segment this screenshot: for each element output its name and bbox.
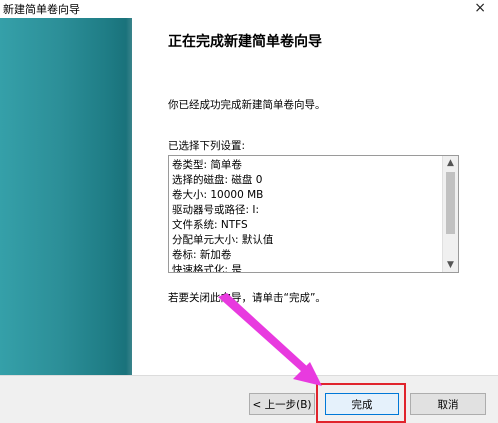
settings-line-disk: 选择的磁盘: 磁盘 0 (172, 174, 263, 186)
settings-line-file-system: 文件系统: NTFS (172, 219, 248, 231)
settings-line-volume-type: 卷类型: 简单卷 (172, 159, 242, 171)
finish-button[interactable]: 完成 (325, 393, 399, 415)
chevron-up-icon[interactable]: ▲ (443, 156, 458, 170)
close-icon[interactable]: × (474, 0, 486, 16)
settings-line-quick-format: 快速格式化: 是 (172, 264, 242, 273)
scrollbar-thumb[interactable] (446, 172, 455, 234)
wizard-content: 正在完成新建简单卷向导 你已经成功完成新建简单卷向导。 已选择下列设置: 卷类型… (132, 18, 498, 375)
wizard-footer: < 上一步(B) 完成 取消 (0, 375, 498, 423)
wizard-side-banner (0, 18, 132, 375)
settings-summary-box[interactable]: 卷类型: 简单卷 选择的磁盘: 磁盘 0 卷大小: 10000 MB 驱动器号或… (168, 155, 459, 273)
settings-line-volume-size: 卷大小: 10000 MB (172, 189, 264, 201)
settings-line-volume-label: 卷标: 新加卷 (172, 249, 232, 261)
cancel-button[interactable]: 取消 (410, 393, 486, 415)
back-button[interactable]: < 上一步(B) (249, 393, 315, 415)
finish-instruction: 若要关闭此向导，请单击“完成”。 (168, 292, 326, 304)
window-title: 新建简单卷向导 (3, 3, 80, 16)
chevron-down-icon[interactable]: ▼ (443, 258, 458, 272)
success-message: 你已经成功完成新建简单卷向导。 (168, 99, 326, 111)
settings-lines: 卷类型: 简单卷 选择的磁盘: 磁盘 0 卷大小: 10000 MB 驱动器号或… (172, 158, 442, 273)
page-title: 正在完成新建简单卷向导 (168, 34, 322, 50)
settings-scrollbar[interactable]: ▲ ▼ (442, 156, 458, 272)
settings-line-drive-letter: 驱动器号或路径: I: (172, 204, 260, 216)
title-bar: 新建简单卷向导 × (0, 0, 498, 18)
settings-line-allocation-unit: 分配单元大小: 默认值 (172, 234, 274, 246)
settings-label: 已选择下列设置: (168, 140, 246, 152)
